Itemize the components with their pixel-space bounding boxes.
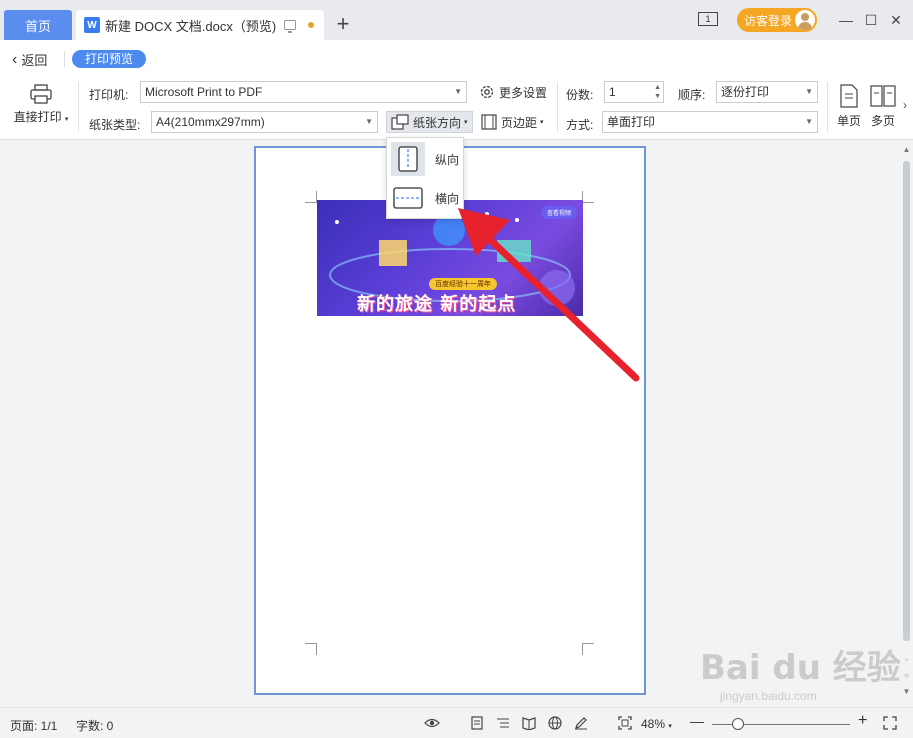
print-toolbar: 直接打印 ▾ 打印机: Microsoft Print to PDF ▼ 纸张类… bbox=[0, 76, 913, 140]
paper-orientation-button[interactable]: 纸张方向 ▾ bbox=[386, 111, 473, 133]
direct-print-label: 直接打印 bbox=[13, 110, 62, 124]
printer-label: 打印机: bbox=[89, 88, 129, 102]
paper-type-select[interactable]: A4(210mmx297mm) ▼ bbox=[151, 111, 378, 133]
divider bbox=[64, 51, 65, 67]
paper-type-select-value: A4(210mmx297mm) bbox=[156, 115, 265, 129]
monitor-icon[interactable] bbox=[284, 20, 296, 33]
close-button[interactable]: ✕ bbox=[886, 10, 906, 30]
word-count[interactable]: 字数: 0 bbox=[76, 717, 113, 734]
fullscreen-icon[interactable] bbox=[883, 716, 897, 730]
divider bbox=[827, 82, 828, 132]
unsaved-dot-icon bbox=[308, 22, 314, 28]
printer-select[interactable]: Microsoft Print to PDF ▼ bbox=[140, 81, 467, 103]
tab-document-title: 新建 DOCX 文档.docx（预览) bbox=[105, 18, 277, 34]
print-preview-badge: 打印预览 bbox=[72, 50, 146, 68]
more-settings-button[interactable]: 更多设置 bbox=[479, 81, 547, 103]
zoom-out-button[interactable]: — bbox=[690, 713, 704, 729]
outline-view-icon[interactable] bbox=[496, 716, 510, 730]
crop-mark bbox=[305, 191, 317, 203]
single-page-label: 单页 bbox=[836, 114, 861, 128]
multi-page-button[interactable]: 多页 bbox=[867, 84, 899, 129]
status-bar: 页面: 1/1 字数: 0 48% ▾ — + bbox=[0, 707, 913, 738]
preview-subbar: ‹ 返回 打印预览 bbox=[0, 40, 913, 76]
pen-icon[interactable] bbox=[574, 716, 588, 730]
print-mode-select-value: 单面打印 bbox=[607, 115, 656, 129]
back-button[interactable]: ‹ 返回 bbox=[12, 50, 47, 69]
crop-mark bbox=[305, 643, 317, 655]
page-dot-icon[interactable]: ○ bbox=[900, 671, 913, 680]
chevron-right-icon[interactable]: › bbox=[903, 98, 913, 112]
book-icon[interactable] bbox=[522, 716, 536, 730]
more-settings-label: 更多设置 bbox=[499, 85, 548, 100]
scroll-down-arrow-icon[interactable]: ▼ bbox=[900, 687, 913, 696]
order-select-value: 逐份打印 bbox=[721, 85, 770, 99]
paper-orientation-label: 纸张方向 bbox=[413, 115, 462, 130]
margins-label: 页边距 bbox=[501, 115, 538, 130]
divider bbox=[557, 82, 558, 132]
printer-icon bbox=[30, 84, 52, 104]
caret-down-icon: ▼ bbox=[454, 87, 462, 96]
watermark: Bai du 经验 jingyan.baidu.com bbox=[700, 640, 901, 703]
direct-print-button[interactable]: 直接打印 ▾ bbox=[10, 82, 72, 134]
page-up-icon[interactable]: ◦ bbox=[900, 655, 913, 664]
portrait-icon bbox=[391, 142, 425, 176]
print-mode-select[interactable]: 单面打印 ▼ bbox=[602, 111, 818, 133]
tab-home[interactable]: 首页 bbox=[4, 10, 72, 40]
orientation-portrait-option[interactable]: 纵向 bbox=[387, 140, 463, 178]
globe-icon[interactable] bbox=[548, 716, 562, 730]
margins-button[interactable]: 页边距 ▾ bbox=[481, 111, 544, 133]
red-arrow-annotation bbox=[458, 208, 640, 382]
add-tab-button[interactable]: + bbox=[332, 12, 354, 36]
scroll-thumb[interactable] bbox=[903, 161, 910, 641]
wps-writer-icon: W bbox=[84, 17, 100, 33]
stepper-arrows-icon[interactable]: ▲ ▼ bbox=[654, 83, 661, 101]
single-page-icon bbox=[840, 84, 858, 108]
watermark-main: Bai du 经验 bbox=[700, 648, 901, 688]
gear-icon bbox=[480, 85, 494, 99]
eye-icon[interactable] bbox=[424, 716, 440, 730]
scroll-up-arrow-icon[interactable]: ▲ bbox=[900, 145, 913, 154]
zoom-in-button[interactable]: + bbox=[858, 712, 867, 730]
visitor-login-label: 访客登录 bbox=[744, 13, 793, 28]
fit-page-icon[interactable] bbox=[618, 716, 632, 730]
margins-icon bbox=[481, 114, 497, 130]
caret-down-icon: ▼ bbox=[805, 117, 813, 126]
order-select[interactable]: 逐份打印 ▼ bbox=[716, 81, 818, 103]
tab-document[interactable]: W 新建 DOCX 文档.docx（预览) bbox=[76, 10, 324, 40]
page-count-icon[interactable]: 1 bbox=[698, 12, 718, 26]
avatar bbox=[795, 10, 815, 30]
divider bbox=[78, 82, 79, 132]
tab-bar: 首页 W 新建 DOCX 文档.docx（预览) + 1 访客登录 — ☐ ✕ bbox=[0, 0, 913, 40]
crop-mark bbox=[582, 643, 594, 655]
page-indicator[interactable]: 页面: 1/1 bbox=[10, 717, 57, 734]
zoom-slider-handle[interactable] bbox=[732, 718, 744, 730]
minimize-button[interactable]: — bbox=[836, 10, 856, 30]
copies-label: 份数: bbox=[566, 88, 594, 102]
visitor-login-button[interactable]: 访客登录 bbox=[737, 8, 817, 32]
multi-page-label: 多页 bbox=[870, 114, 895, 128]
copies-value: 1 bbox=[609, 85, 616, 99]
paper-type-label: 纸张类型: bbox=[89, 118, 141, 132]
orientation-icon bbox=[391, 114, 409, 130]
multi-page-icon bbox=[870, 85, 896, 107]
zoom-value: 48% bbox=[641, 717, 666, 731]
copies-stepper[interactable]: 1 ▲ ▼ bbox=[604, 81, 664, 103]
order-label: 顺序: bbox=[678, 88, 706, 102]
printer-select-value: Microsoft Print to PDF bbox=[145, 85, 263, 99]
maximize-button[interactable]: ☐ bbox=[861, 10, 881, 30]
watermark-sub: jingyan.baidu.com bbox=[720, 689, 817, 703]
page-view-icon[interactable] bbox=[470, 716, 484, 730]
landscape-icon bbox=[391, 181, 425, 215]
portrait-label: 纵向 bbox=[435, 152, 460, 167]
vertical-scrollbar[interactable]: ▲ ◦ ○ ▼ bbox=[900, 141, 913, 707]
back-label: 返回 bbox=[21, 53, 48, 68]
mode-label: 方式: bbox=[566, 118, 594, 132]
chevron-left-icon: ‹ bbox=[12, 50, 18, 68]
single-page-button[interactable]: 单页 bbox=[833, 84, 865, 129]
caret-down-icon: ▼ bbox=[805, 87, 813, 96]
caret-down-icon: ▼ bbox=[365, 117, 373, 126]
zoom-level[interactable]: 48% ▾ bbox=[641, 717, 672, 731]
